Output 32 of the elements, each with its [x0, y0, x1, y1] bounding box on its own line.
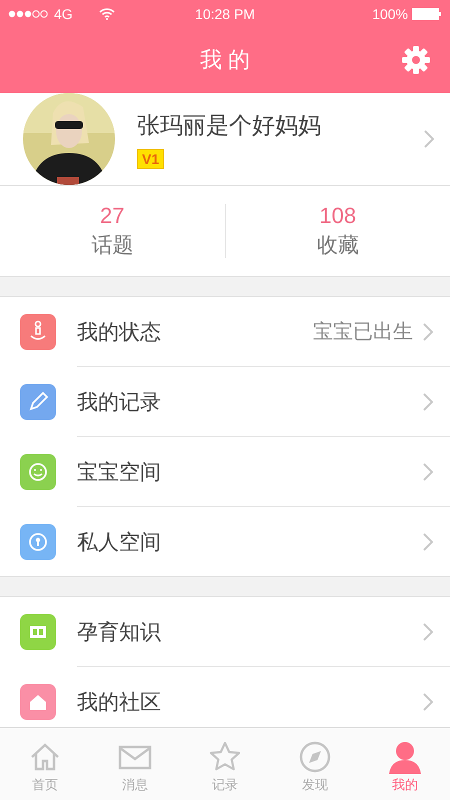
status-value: 宝宝已出生 [313, 320, 413, 345]
user-name: 张玛丽是个好妈妈 [137, 110, 321, 140]
chevron-icon [423, 392, 433, 410]
menu-item[interactable]: 我的状态 [77, 318, 313, 346]
chevron-icon [424, 130, 434, 148]
stat-count: 108 [319, 203, 356, 229]
signal-icon [8, 10, 48, 18]
page-title: 我 的 [200, 46, 250, 74]
menu-item[interactable]: 我的记录 [77, 388, 423, 416]
battery-icon [412, 8, 442, 20]
chevron-icon [423, 622, 433, 640]
stat-count: 27 [100, 203, 124, 229]
stat-label[interactable]: 话题 [91, 231, 134, 259]
chevron-icon [423, 322, 433, 340]
menu-item[interactable]: 我的社区 [77, 688, 423, 716]
wifi-icon [98, 8, 115, 20]
tab-item[interactable]: 我的 [360, 728, 450, 800]
settings-icon[interactable] [402, 46, 430, 74]
chevron-icon [423, 692, 433, 710]
chevron-icon [423, 462, 433, 480]
menu-item[interactable]: 宝宝空间 [77, 458, 423, 486]
chevron-icon [423, 532, 433, 550]
menu-item[interactable]: 孕育知识 [77, 618, 423, 646]
level-badge: V1 [137, 148, 164, 168]
compass-icon [298, 740, 332, 774]
stat-label[interactable]: 收藏 [316, 231, 359, 259]
clock-time: 10:28 PM [195, 6, 255, 22]
tab-item[interactable]: 记录 [180, 728, 270, 800]
battery-percent: 100% [372, 6, 408, 22]
menu-item[interactable]: 私人空间 [77, 528, 423, 556]
network-label: 4G [54, 6, 73, 22]
person-icon [388, 740, 422, 774]
